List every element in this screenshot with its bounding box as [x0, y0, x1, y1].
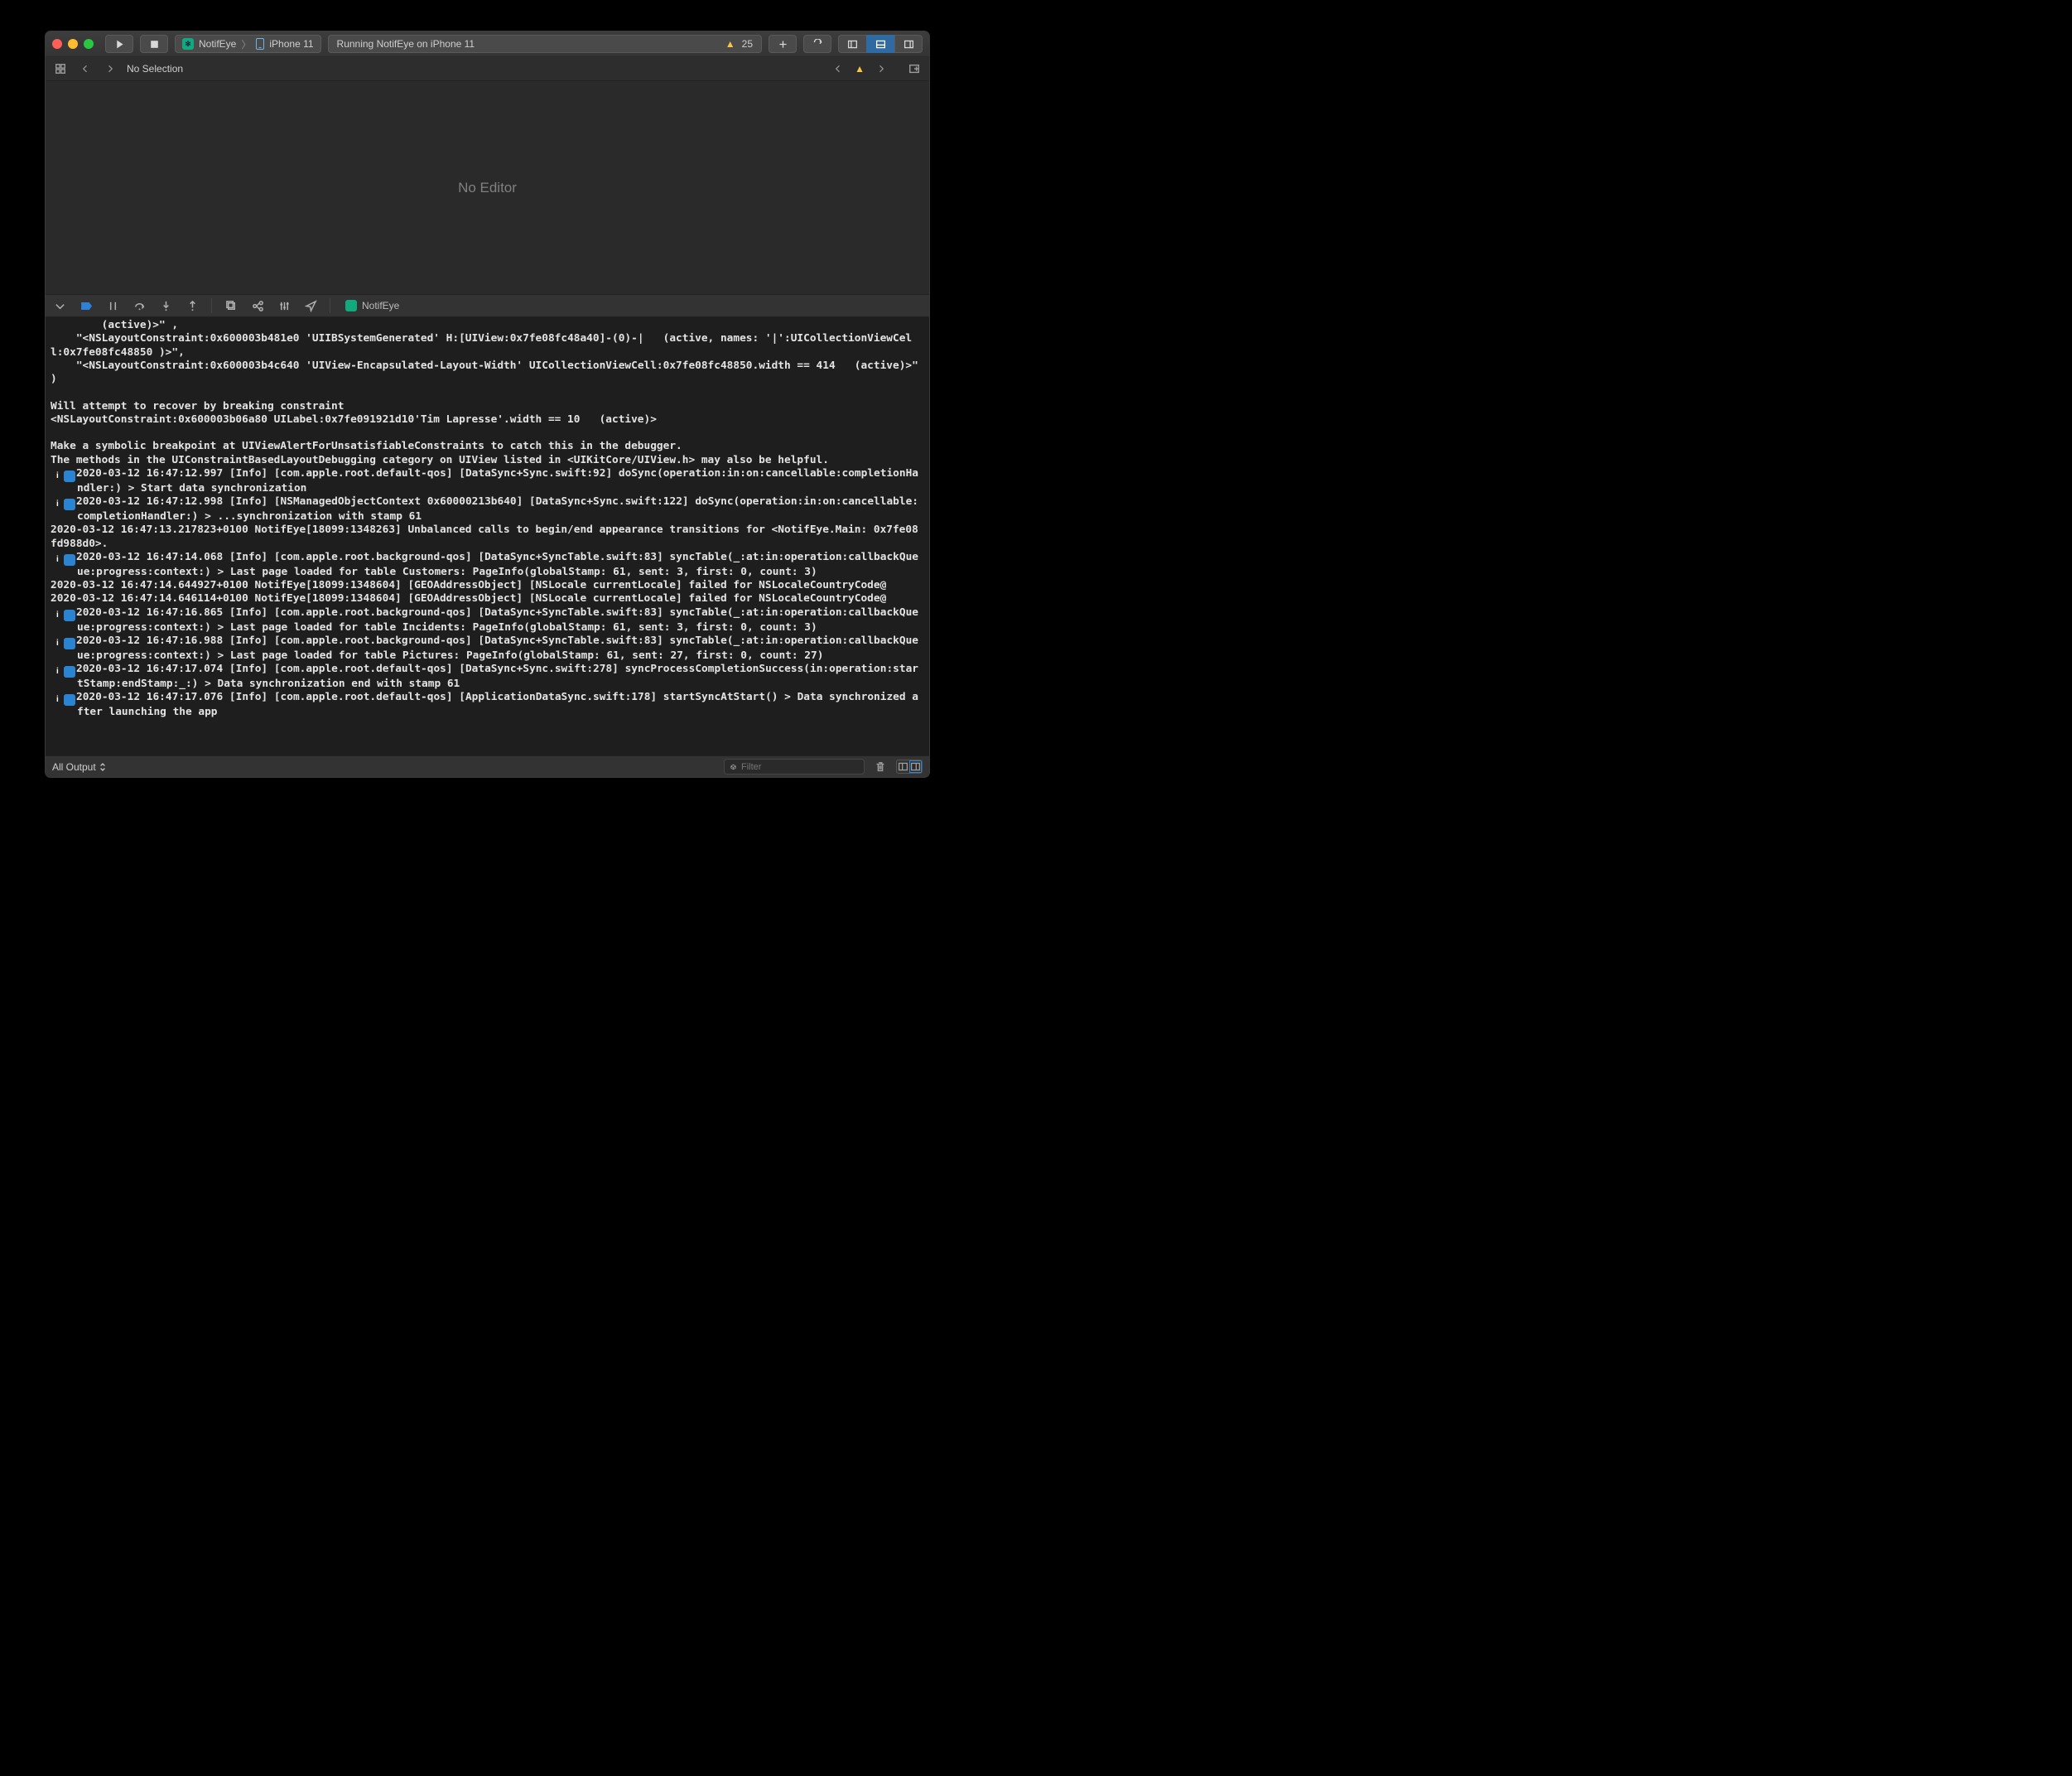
- console-line: i2020-03-12 16:47:17.074 [Info] [com.app…: [51, 663, 924, 691]
- console-line: i2020-03-12 16:47:16.865 [Info] [com.app…: [51, 606, 924, 635]
- debug-bar: NotifEye: [46, 294, 929, 317]
- minimize-window-button[interactable]: [68, 39, 78, 49]
- editor-area: No Editor: [46, 81, 929, 294]
- scheme-target-label: iPhone 11: [269, 38, 313, 50]
- info-badge-icon: i: [64, 471, 75, 482]
- add-editor-button[interactable]: [906, 60, 923, 77]
- step-over-button[interactable]: [132, 298, 147, 313]
- info-badge-icon: i: [64, 638, 75, 649]
- breakpoints-toggle-button[interactable]: [79, 298, 94, 313]
- panel-toggle-group: [838, 35, 923, 53]
- debug-process-selector[interactable]: NotifEye: [345, 300, 399, 311]
- info-badge-icon: i: [64, 610, 75, 621]
- hide-debug-area-button[interactable]: [52, 298, 67, 313]
- memory-graph-button[interactable]: [250, 298, 265, 313]
- console-line: i2020-03-12 16:47:14.068 [Info] [com.app…: [51, 551, 924, 579]
- toggle-navigator-button[interactable]: [838, 35, 866, 53]
- console-filter-field[interactable]: [724, 759, 865, 775]
- console-pane-toggle: [896, 760, 923, 774]
- output-scope-popup[interactable]: All Output: [52, 761, 106, 773]
- window-controls: [52, 39, 94, 49]
- environment-overrides-button[interactable]: [277, 298, 292, 313]
- nav-forward-button[interactable]: [102, 60, 118, 77]
- console-line: [51, 427, 924, 440]
- console-line: ): [51, 373, 924, 386]
- device-icon: [256, 38, 264, 50]
- info-badge-icon: i: [64, 499, 75, 510]
- close-window-button[interactable]: [52, 39, 62, 49]
- show-variables-pane-button[interactable]: [897, 760, 909, 773]
- jump-bar: No Selection ▲: [46, 57, 929, 81]
- activity-status: Running NotifEye on iPhone 11 ▲ 25: [328, 35, 762, 53]
- issue-next-button[interactable]: [873, 60, 889, 77]
- console-output[interactable]: (active)>" , "<NSLayoutConstraint:0x6000…: [46, 317, 929, 755]
- info-badge-icon: i: [64, 694, 75, 706]
- separator: [211, 298, 212, 313]
- console-bottom-bar: All Output: [46, 755, 929, 777]
- run-button[interactable]: [105, 35, 133, 53]
- info-badge-icon: i: [64, 554, 75, 566]
- warning-icon[interactable]: ▲: [725, 38, 735, 50]
- chevron-right-icon: 〉: [241, 37, 251, 51]
- console-line: [51, 386, 924, 399]
- console-filter-input[interactable]: [741, 762, 859, 772]
- console-line: Will attempt to recover by breaking cons…: [51, 400, 924, 413]
- view-debugger-button[interactable]: [224, 298, 239, 313]
- warning-icon[interactable]: ▲: [855, 63, 865, 75]
- no-editor-label: No Editor: [458, 180, 517, 196]
- output-scope-label: All Output: [52, 761, 96, 773]
- console-line: i2020-03-12 16:47:16.988 [Info] [com.app…: [51, 635, 924, 663]
- toggle-debug-area-button[interactable]: [866, 35, 894, 53]
- toolbar-right: [769, 35, 923, 53]
- status-text: Running NotifEye on iPhone 11: [337, 38, 475, 50]
- console-line: i2020-03-12 16:47:12.998 [Info] [NSManag…: [51, 495, 924, 524]
- step-into-button[interactable]: [158, 298, 173, 313]
- info-badge-icon: i: [64, 666, 75, 678]
- app-icon: [345, 300, 357, 311]
- console-line: "<NSLayoutConstraint:0x600003b481e0 'UII…: [51, 332, 924, 360]
- related-items-button[interactable]: [52, 60, 69, 77]
- console-line: The methods in the UIConstraintBasedLayo…: [51, 454, 924, 467]
- console-line: i2020-03-12 16:47:12.997 [Info] [com.app…: [51, 467, 924, 495]
- issue-prev-button[interactable]: [830, 60, 846, 77]
- pause-continue-button[interactable]: [105, 298, 120, 313]
- step-out-button[interactable]: [185, 298, 200, 313]
- no-selection-label: No Selection: [127, 63, 183, 75]
- scheme-project-label: NotifEye: [199, 38, 236, 50]
- zoom-window-button[interactable]: [84, 39, 94, 49]
- console-line: "<NSLayoutConstraint:0x600003b4c640 'UIV…: [51, 360, 924, 373]
- console-line: 2020-03-12 16:47:14.646114+0100 NotifEye…: [51, 592, 924, 606]
- toggle-inspectors-button[interactable]: [894, 35, 923, 53]
- titlebar: ✻ NotifEye 〉 iPhone 11 Running NotifEye …: [46, 31, 929, 57]
- warning-count[interactable]: 25: [742, 38, 753, 50]
- clear-console-button[interactable]: [873, 760, 888, 775]
- xcode-window: ✻ NotifEye 〉 iPhone 11 Running NotifEye …: [45, 31, 930, 778]
- location-simulate-button[interactable]: [303, 298, 318, 313]
- console-line: Make a symbolic breakpoint at UIViewAler…: [51, 440, 924, 453]
- scheme-selector[interactable]: ✻ NotifEye 〉 iPhone 11: [175, 35, 321, 53]
- show-console-pane-button[interactable]: [909, 760, 922, 773]
- debug-process-label: NotifEye: [362, 300, 399, 311]
- code-review-button[interactable]: [803, 35, 831, 53]
- nav-back-button[interactable]: [77, 60, 94, 77]
- stop-button[interactable]: [140, 35, 168, 53]
- add-tab-button[interactable]: [769, 35, 797, 53]
- console-line: (active)>" ,: [51, 319, 924, 332]
- console-line: 2020-03-12 16:47:13.217823+0100 NotifEye…: [51, 524, 924, 551]
- console-line: i2020-03-12 16:47:17.076 [Info] [com.app…: [51, 691, 924, 719]
- app-icon: ✻: [182, 38, 194, 50]
- console-line: <NSLayoutConstraint:0x600003b06a80 UILab…: [51, 413, 924, 427]
- console-line: 2020-03-12 16:47:14.644927+0100 NotifEye…: [51, 579, 924, 592]
